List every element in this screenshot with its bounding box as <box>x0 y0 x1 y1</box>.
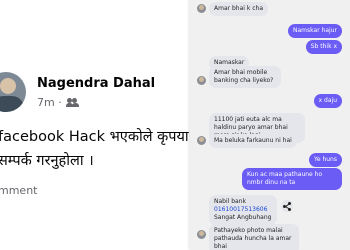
message-bubble: Ma beluka farkaunu ni hai <box>209 134 297 149</box>
message-bubble: Ye huns <box>308 153 342 168</box>
comment-action[interactable]: mment <box>0 184 37 197</box>
message-bubble: Amar bhai k cha <box>209 2 269 17</box>
facebook-post: Nagendra Dahal 7m · facebook Hack भएकोले… <box>0 0 190 250</box>
bank-details-bubble: Nabil bank 01610017513606 Sangat Angbuha… <box>209 195 277 226</box>
post-time[interactable]: 7m · <box>37 96 62 109</box>
author-avatar[interactable] <box>0 72 26 112</box>
post-text-line-2: सम्पर्क गरनुहोला । <box>0 153 94 169</box>
message-bubble: Amar bhai mobile banking cha liyeko? <box>209 66 281 89</box>
sender-avatar <box>197 76 206 85</box>
sender-avatar <box>197 230 206 239</box>
message-bubble: Sb thik x <box>305 40 342 55</box>
account-holder: Sangat Angbuhang <box>214 214 272 222</box>
post-text-line-1: facebook Hack भएकोले कृपया <box>0 129 189 145</box>
sender-avatar <box>197 4 206 13</box>
author-name[interactable]: Nagendra Dahal <box>37 76 155 91</box>
message-bubble: Pathayeko photo malai pathauda huncha la… <box>209 224 299 250</box>
sender-avatar <box>197 136 206 145</box>
post-meta: 7m · <box>37 96 80 109</box>
message-bubble: Namskar hajur <box>288 24 342 39</box>
bank-name: Nabil bank <box>214 198 246 205</box>
account-number[interactable]: 01610017513606 <box>214 206 272 214</box>
message-bubble: Kun ac maa pathaune ho nmbr dinu na ta <box>242 168 342 191</box>
share-icon[interactable] <box>281 200 293 212</box>
friends-audience-icon <box>66 98 80 107</box>
messenger-conversation: Amar bhai k cha Namskar hajur Sb thik x … <box>190 0 350 250</box>
message-bubble: x daju <box>313 94 342 109</box>
